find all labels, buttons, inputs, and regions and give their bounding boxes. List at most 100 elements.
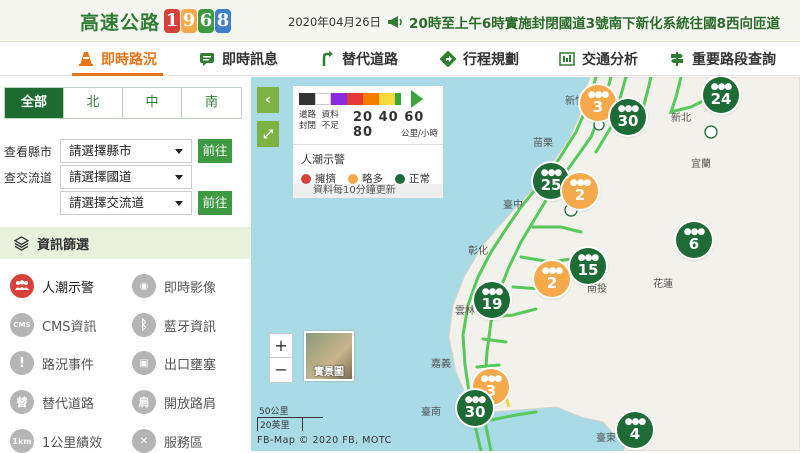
filter-title: 資訊篩選 bbox=[37, 237, 90, 253]
filter-alternate-roads[interactable]: 替 替代道路 bbox=[10, 390, 94, 414]
crowd-marker[interactable]: ●●● 24 bbox=[703, 77, 739, 113]
direction-icon bbox=[440, 51, 456, 67]
nav-label: 即時訊息 bbox=[222, 52, 278, 68]
bluetooth-icon: ᛒ bbox=[132, 313, 156, 337]
interchange-go-button[interactable]: 前往 bbox=[198, 191, 232, 215]
crowd-marker[interactable]: ●●● 30 bbox=[610, 99, 646, 135]
camera-icon: ◉ bbox=[132, 274, 156, 298]
legend-unit: 公里/小時 bbox=[401, 129, 438, 139]
chart-icon bbox=[559, 52, 575, 66]
signpost-icon bbox=[671, 52, 683, 66]
nav-trip-planning[interactable]: 行程規劃 bbox=[440, 42, 519, 76]
filter-label: 服務區 bbox=[164, 435, 204, 451]
collapse-sidebar-button[interactable]: ‹ bbox=[257, 87, 279, 113]
warning-icon: ! bbox=[10, 351, 34, 375]
logo-digit: 1 bbox=[164, 9, 181, 33]
county-go-button[interactable]: 前往 bbox=[198, 139, 232, 163]
place-label: 臺南 bbox=[421, 407, 441, 418]
crowd-marker[interactable]: ●●● 30 bbox=[457, 390, 493, 426]
filter-1km-performance[interactable]: 1km 1公里績效 bbox=[10, 429, 102, 453]
nav-label: 行程規劃 bbox=[463, 52, 519, 68]
route-icon bbox=[322, 51, 333, 66]
nav-traffic-analysis[interactable]: 交通分析 bbox=[559, 42, 638, 76]
busy-dot bbox=[348, 173, 358, 184]
place-label: 花蓮 bbox=[653, 279, 673, 290]
scale-km: 50公里 bbox=[257, 404, 323, 418]
filter-label: 即時影像 bbox=[164, 280, 217, 296]
nav-realtime-messages[interactable]: 即時訊息 bbox=[199, 42, 278, 76]
expand-icon: ⤢ bbox=[263, 126, 273, 141]
filter-label: 替代道路 bbox=[42, 396, 95, 412]
region-tabs: 全部 北 中 南 bbox=[4, 87, 242, 119]
filter-crowd-alert[interactable]: 人潮示警 bbox=[10, 274, 94, 298]
legend-swatch bbox=[379, 93, 395, 105]
km-icon: 1km bbox=[10, 429, 34, 453]
region-tab-central[interactable]: 中 bbox=[123, 88, 182, 118]
legend-swatch bbox=[331, 93, 347, 105]
filter-label: 路況事件 bbox=[42, 357, 95, 373]
legend-swatch bbox=[347, 93, 363, 105]
fullscreen-button[interactable]: ⤢ bbox=[257, 121, 279, 147]
crowd-marker[interactable]: ●●● 2 bbox=[562, 173, 598, 209]
filter-bluetooth-info[interactable]: ᛒ 藍牙資訊 bbox=[132, 313, 216, 337]
traffic-map[interactable]: 新竹 新北 苗栗 宜蘭 臺中 彰化 南投 花蓮 雲林 嘉義 臺南 臺東 ‹ ⤢ … bbox=[251, 77, 800, 451]
scale-mi: 20英里 bbox=[257, 418, 303, 431]
map-scale: 50公里 20英里 bbox=[257, 404, 323, 431]
logo-text: 高速公路 bbox=[80, 11, 161, 34]
freeway-select[interactable]: 請選擇國道 bbox=[60, 165, 192, 189]
interchange-label: 查交流道 bbox=[4, 170, 53, 185]
legend-closed-label: 道路 封閉 bbox=[299, 110, 317, 131]
layers-icon bbox=[14, 235, 29, 251]
alternate-road-icon: 替 bbox=[10, 390, 34, 414]
place-label: 嘉義 bbox=[431, 359, 451, 370]
announcement-ticker[interactable]: 2020年04月26日 20時至上午6時實施封閉國道3號南下新化系統往國8西向匝… bbox=[288, 12, 780, 32]
filter-header[interactable]: 資訊篩選 bbox=[0, 227, 251, 259]
region-tab-all[interactable]: 全部 bbox=[5, 88, 64, 118]
thumbnail-label: 實景圖 bbox=[314, 367, 344, 378]
place-label: 新北 bbox=[671, 113, 691, 124]
freeway-row: 查交流道 請選擇國道 bbox=[4, 165, 192, 189]
interchange-select[interactable]: 請選擇交流道 bbox=[60, 191, 192, 215]
county-label: 查看縣市 bbox=[4, 144, 53, 159]
crowd-marker[interactable]: ●●● 15 bbox=[570, 248, 606, 284]
region-tab-north[interactable]: 北 bbox=[64, 88, 123, 118]
filter-service-area[interactable]: ✕ 服務區 bbox=[132, 429, 203, 453]
county-row: 查看縣市 請選擇縣市 前往 bbox=[4, 139, 232, 163]
crowd-marker[interactable]: ●●● 19 bbox=[474, 282, 510, 318]
crowd-marker[interactable]: ●●● 4 bbox=[617, 412, 653, 448]
place-label: 臺東 bbox=[596, 433, 616, 444]
zoom-in-button[interactable]: + bbox=[270, 334, 292, 358]
legend-swatch bbox=[299, 93, 315, 105]
street-view-thumbnail[interactable]: 實景圖 bbox=[304, 331, 354, 381]
speed-color-bar bbox=[299, 93, 401, 105]
map-credit: FB-Map © 2020 FB, MOTC bbox=[257, 435, 392, 446]
logo-digit: 9 bbox=[181, 9, 198, 33]
update-note: 資料每10分鐘更新 bbox=[293, 184, 443, 198]
filter-live-camera[interactable]: ◉ 即時影像 bbox=[132, 274, 216, 298]
filter-label: 藍牙資訊 bbox=[164, 319, 217, 335]
message-icon bbox=[200, 53, 214, 66]
car-icon: ▣ bbox=[132, 351, 156, 375]
interchange-row: 請選擇交流道 前往 bbox=[4, 191, 232, 215]
filter-road-incidents[interactable]: ! 路況事件 bbox=[10, 351, 94, 375]
nav-realtime-traffic[interactable]: 即時路況 bbox=[72, 42, 163, 76]
nav-label: 交通分析 bbox=[582, 52, 638, 68]
logo-digits: 1 9 6 8 bbox=[164, 9, 232, 33]
zoom-out-button[interactable]: − bbox=[270, 358, 292, 382]
filter-exit-congestion[interactable]: ▣ 出口壅塞 bbox=[132, 351, 216, 375]
nav-key-sections[interactable]: 重要路段查詢 bbox=[669, 42, 776, 76]
place-label: 苗栗 bbox=[533, 138, 553, 149]
arrow-right-icon bbox=[411, 90, 423, 108]
nav-alternate-roads[interactable]: 替代道路 bbox=[319, 42, 398, 76]
crowd-marker[interactable]: ●●● 6 bbox=[676, 222, 712, 258]
site-logo[interactable]: 高速公路 1 9 6 8 bbox=[80, 6, 232, 36]
legend-swatch bbox=[363, 93, 379, 105]
filter-open-shoulder[interactable]: 肩 開放路肩 bbox=[132, 390, 216, 414]
filter-cms-info[interactable]: CMS CMS資訊 bbox=[10, 313, 97, 337]
shoulder-icon: 肩 bbox=[132, 390, 156, 414]
legend-swatch bbox=[395, 93, 401, 105]
crowd-marker[interactable]: ●●● 2 bbox=[534, 261, 570, 297]
place-label: 宜蘭 bbox=[691, 159, 711, 170]
county-select[interactable]: 請選擇縣市 bbox=[60, 139, 192, 163]
region-tab-south[interactable]: 南 bbox=[182, 88, 241, 118]
